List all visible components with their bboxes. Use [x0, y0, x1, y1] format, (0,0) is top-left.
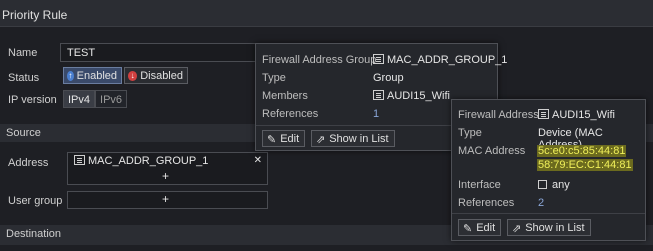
group-edit-button[interactable]: ✎ Edit: [262, 130, 306, 147]
address-icon: [373, 90, 384, 100]
name-input[interactable]: TEST: [60, 43, 270, 62]
group-references-label: References: [262, 108, 319, 120]
address-icon: [538, 109, 549, 119]
group-references-link[interactable]: 1: [373, 108, 379, 120]
address-edit-button[interactable]: ✎ Edit: [458, 219, 502, 236]
mac-address-label: MAC Address: [458, 145, 526, 157]
name-label: Name: [8, 47, 38, 59]
address-name: AUDI15_Wifi: [538, 109, 615, 121]
address-entry: MAC_ADDR_GROUP_1: [74, 155, 208, 167]
address-group-icon: [373, 54, 384, 64]
address-show-in-list-button[interactable]: ⇗ Show in List: [507, 219, 591, 236]
group-show-in-list-label: Show in List: [329, 133, 389, 145]
destination-section-title: Destination: [6, 228, 62, 240]
ipversion-label: IP version: [8, 94, 57, 106]
divider: [452, 213, 645, 214]
external-link-icon: ⇗: [316, 134, 326, 146]
priority-rule-dialog: Priority Rule Name TEST Status ↑ Enabled…: [0, 0, 653, 251]
group-edit-label: Edit: [280, 133, 300, 145]
ipv6-option[interactable]: IPv6: [95, 90, 128, 108]
mac-address-value-1: 5c:e0:c5:85:44:81: [537, 145, 627, 157]
disabled-button[interactable]: ↓ Disabled: [124, 67, 188, 84]
source-address-field[interactable]: MAC_ADDR_GROUP_1 ✕ +: [67, 152, 268, 185]
group-type-caption: Firewall Address Group: [262, 54, 377, 66]
address-references-link[interactable]: 2: [538, 197, 544, 209]
ipversion-toggle: IPv4 IPv6: [63, 90, 128, 108]
arrow-up-icon: ↑: [67, 71, 74, 81]
group-name-text: MAC_ADDR_GROUP_1: [387, 54, 508, 66]
enabled-label: Enabled: [76, 70, 117, 82]
address-edit-label: Edit: [476, 222, 496, 234]
interface-label: Interface: [458, 179, 501, 191]
source-section-title: Source: [6, 127, 41, 139]
address-popup: Firewall Address AUDI15_Wifi Type Device…: [451, 99, 646, 241]
pencil-icon: ✎: [463, 223, 473, 235]
remove-entry-icon[interactable]: ✕: [254, 155, 262, 166]
name-value: TEST: [67, 47, 96, 59]
interface-value: any: [538, 179, 570, 191]
group-members-label: Members: [262, 90, 308, 102]
external-link-icon: ⇗: [512, 223, 522, 235]
pencil-icon: ✎: [267, 134, 277, 146]
interface-port-icon: [538, 180, 547, 189]
disabled-label: Disabled: [140, 70, 183, 82]
usergroup-label: User group: [8, 195, 63, 207]
page-title: Priority Rule: [0, 0, 653, 27]
ipv4-option[interactable]: IPv4: [63, 90, 96, 108]
address-group-icon: [74, 155, 85, 165]
group-member-entry[interactable]: AUDI15_Wifi: [373, 90, 450, 102]
address-type-label: Type: [458, 127, 482, 139]
usergroup-field[interactable]: +: [67, 191, 268, 209]
interface-value-text: any: [552, 179, 570, 191]
group-type-value: Group: [373, 72, 404, 84]
add-address-button[interactable]: +: [162, 169, 169, 183]
group-type-label: Type: [262, 72, 286, 84]
arrow-down-icon: ↓: [128, 71, 138, 81]
add-usergroup-button[interactable]: +: [162, 192, 169, 206]
address-references-label: References: [458, 197, 515, 209]
address-type-caption: Firewall Address: [458, 109, 539, 121]
group-show-in-list-button[interactable]: ⇗ Show in List: [311, 130, 395, 147]
group-name: MAC_ADDR_GROUP_1: [373, 54, 507, 66]
enabled-button[interactable]: ↑ Enabled: [63, 67, 122, 84]
address-name-text: AUDI15_Wifi: [552, 109, 615, 121]
group-member-name: AUDI15_Wifi: [387, 90, 450, 102]
address-show-in-list-label: Show in List: [525, 222, 585, 234]
address-label: Address: [8, 157, 49, 169]
address-entry-label: MAC_ADDR_GROUP_1: [88, 155, 209, 167]
status-label: Status: [8, 72, 40, 84]
mac-address-value-2: 58:79:EC:C1:44:81: [537, 159, 633, 171]
